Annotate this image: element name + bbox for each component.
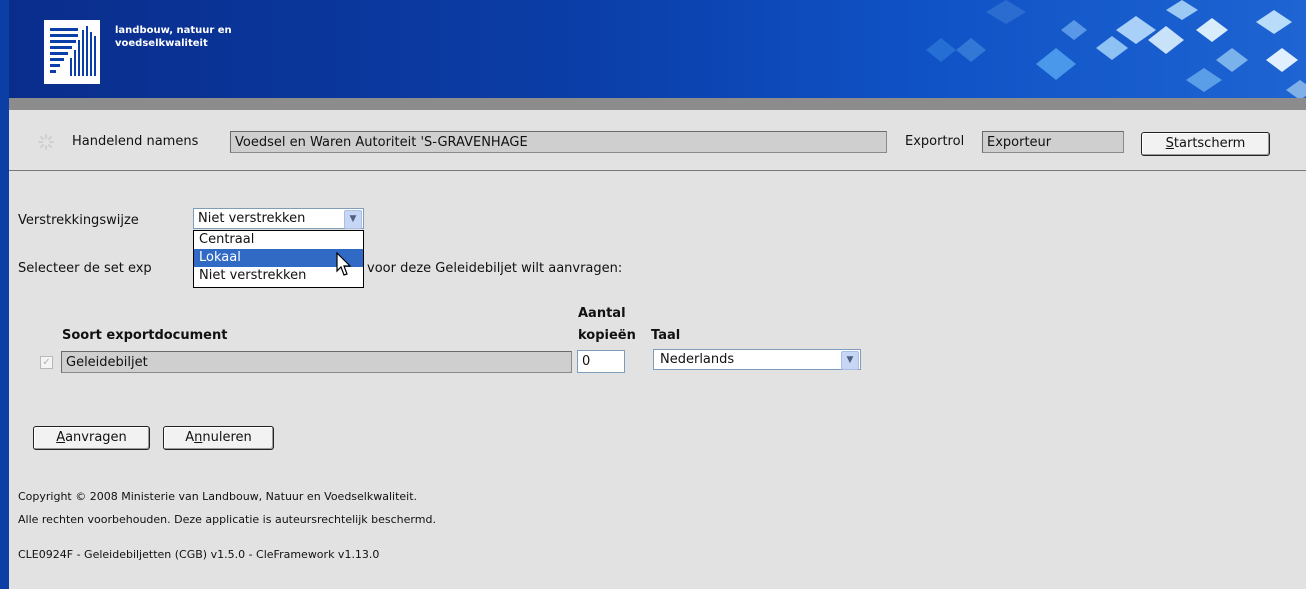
mouse-pointer-icon <box>336 252 352 276</box>
version-text: CLE0924F - Geleidebiljetten (CGB) v1.5.0… <box>18 548 380 561</box>
col-header-language: Taal <box>651 328 681 343</box>
copies-input[interactable]: 0 <box>577 350 625 373</box>
chevron-down-icon[interactable]: ▼ <box>841 351 859 370</box>
cancel-label-rest: nuleren <box>202 430 252 445</box>
organization-name: landbouw, natuur en voedselkwaliteit <box>115 24 232 50</box>
header-banner: landbouw, natuur en voedselkwaliteit <box>9 0 1306 98</box>
delivery-method-select[interactable]: Niet verstrekken ▼ <box>193 208 364 229</box>
acting-on-behalf-field: Voedsel en Waren Autoriteit 'S-GRAVENHAG… <box>230 131 887 153</box>
option-centraal[interactable]: Centraal <box>194 231 363 249</box>
col-header-copies-line2: kopieën <box>578 328 636 343</box>
start-accesskey: S <box>1165 136 1174 151</box>
export-role-field: Exporteur <box>982 131 1124 153</box>
cancel-button[interactable]: Annuleren <box>163 426 274 450</box>
rights-text: Alle rechten voorbehouden. Deze applicat… <box>18 513 436 526</box>
language-value: Nederlands <box>660 352 735 367</box>
col-header-document-type: Soort exportdocument <box>62 328 228 343</box>
delivery-method-value: Niet verstrekken <box>198 211 306 226</box>
col-header-copies-line1: Aantal <box>578 306 626 321</box>
copyright-text: Copyright © 2008 Ministerie van Landbouw… <box>18 490 418 503</box>
request-button[interactable]: Aanvragen <box>33 426 150 450</box>
language-select[interactable]: Nederlands ▼ <box>653 349 861 370</box>
export-role-label: Exportrol <box>905 134 965 149</box>
organization-name-line2: voedselkwaliteit <box>115 38 208 49</box>
request-accesskey: A <box>56 430 66 445</box>
chevron-down-icon[interactable]: ▼ <box>344 210 362 229</box>
start-screen-button[interactable]: Startscherm <box>1141 132 1270 156</box>
delivery-method-label: Verstrekkingswijze <box>18 213 139 228</box>
instruction-text-start: Selecteer de set exp <box>18 261 152 276</box>
header-divider-bar <box>9 98 1306 110</box>
decorative-diamonds <box>926 0 1306 98</box>
cancel-label-pre: A <box>185 430 195 445</box>
section-divider <box>9 170 1306 171</box>
loading-spinner-icon <box>38 134 54 150</box>
organization-name-line1: landbouw, natuur en <box>115 25 232 36</box>
start-label-rest: tartscherm <box>1173 136 1246 151</box>
request-label-rest: anvragen <box>65 430 127 445</box>
logo-graphic <box>50 26 96 76</box>
row-document-field: Geleidebiljet <box>61 351 572 373</box>
left-accent-bar <box>0 0 9 589</box>
row-checkbox[interactable]: ✓ <box>40 356 53 369</box>
instruction-text-end: voor deze Geleidebiljet wilt aanvragen: <box>367 261 623 276</box>
acting-on-behalf-label: Handelend namens <box>72 134 199 149</box>
ministry-logo <box>44 20 100 84</box>
